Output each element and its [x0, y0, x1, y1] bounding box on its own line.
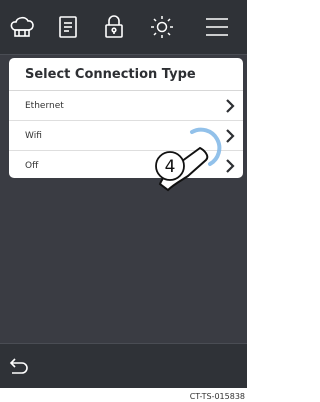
recipe-list-icon[interactable]	[51, 10, 85, 44]
bottom-toolbar	[0, 343, 247, 388]
option-ethernet[interactable]: Ethernet	[9, 91, 243, 121]
back-arrow-icon[interactable]	[6, 354, 30, 378]
figure-code: CT-TS-015838	[189, 392, 245, 401]
chef-hat-icon[interactable]	[5, 10, 39, 44]
option-label: Off	[25, 160, 39, 171]
top-toolbar	[0, 0, 247, 55]
panel-title: Select Connection Type	[9, 58, 243, 91]
lock-icon[interactable]	[97, 10, 131, 44]
brightness-icon[interactable]	[145, 10, 179, 44]
menu-icon[interactable]	[200, 10, 234, 44]
step-number: 4	[165, 157, 176, 177]
option-label: Wifi	[25, 130, 42, 141]
chevron-right-icon	[226, 98, 235, 113]
device-screen: Select Connection Type Ethernet Wifi Off…	[0, 0, 247, 388]
pointing-hand-icon: 4	[155, 127, 222, 192]
option-label: Ethernet	[25, 100, 64, 111]
